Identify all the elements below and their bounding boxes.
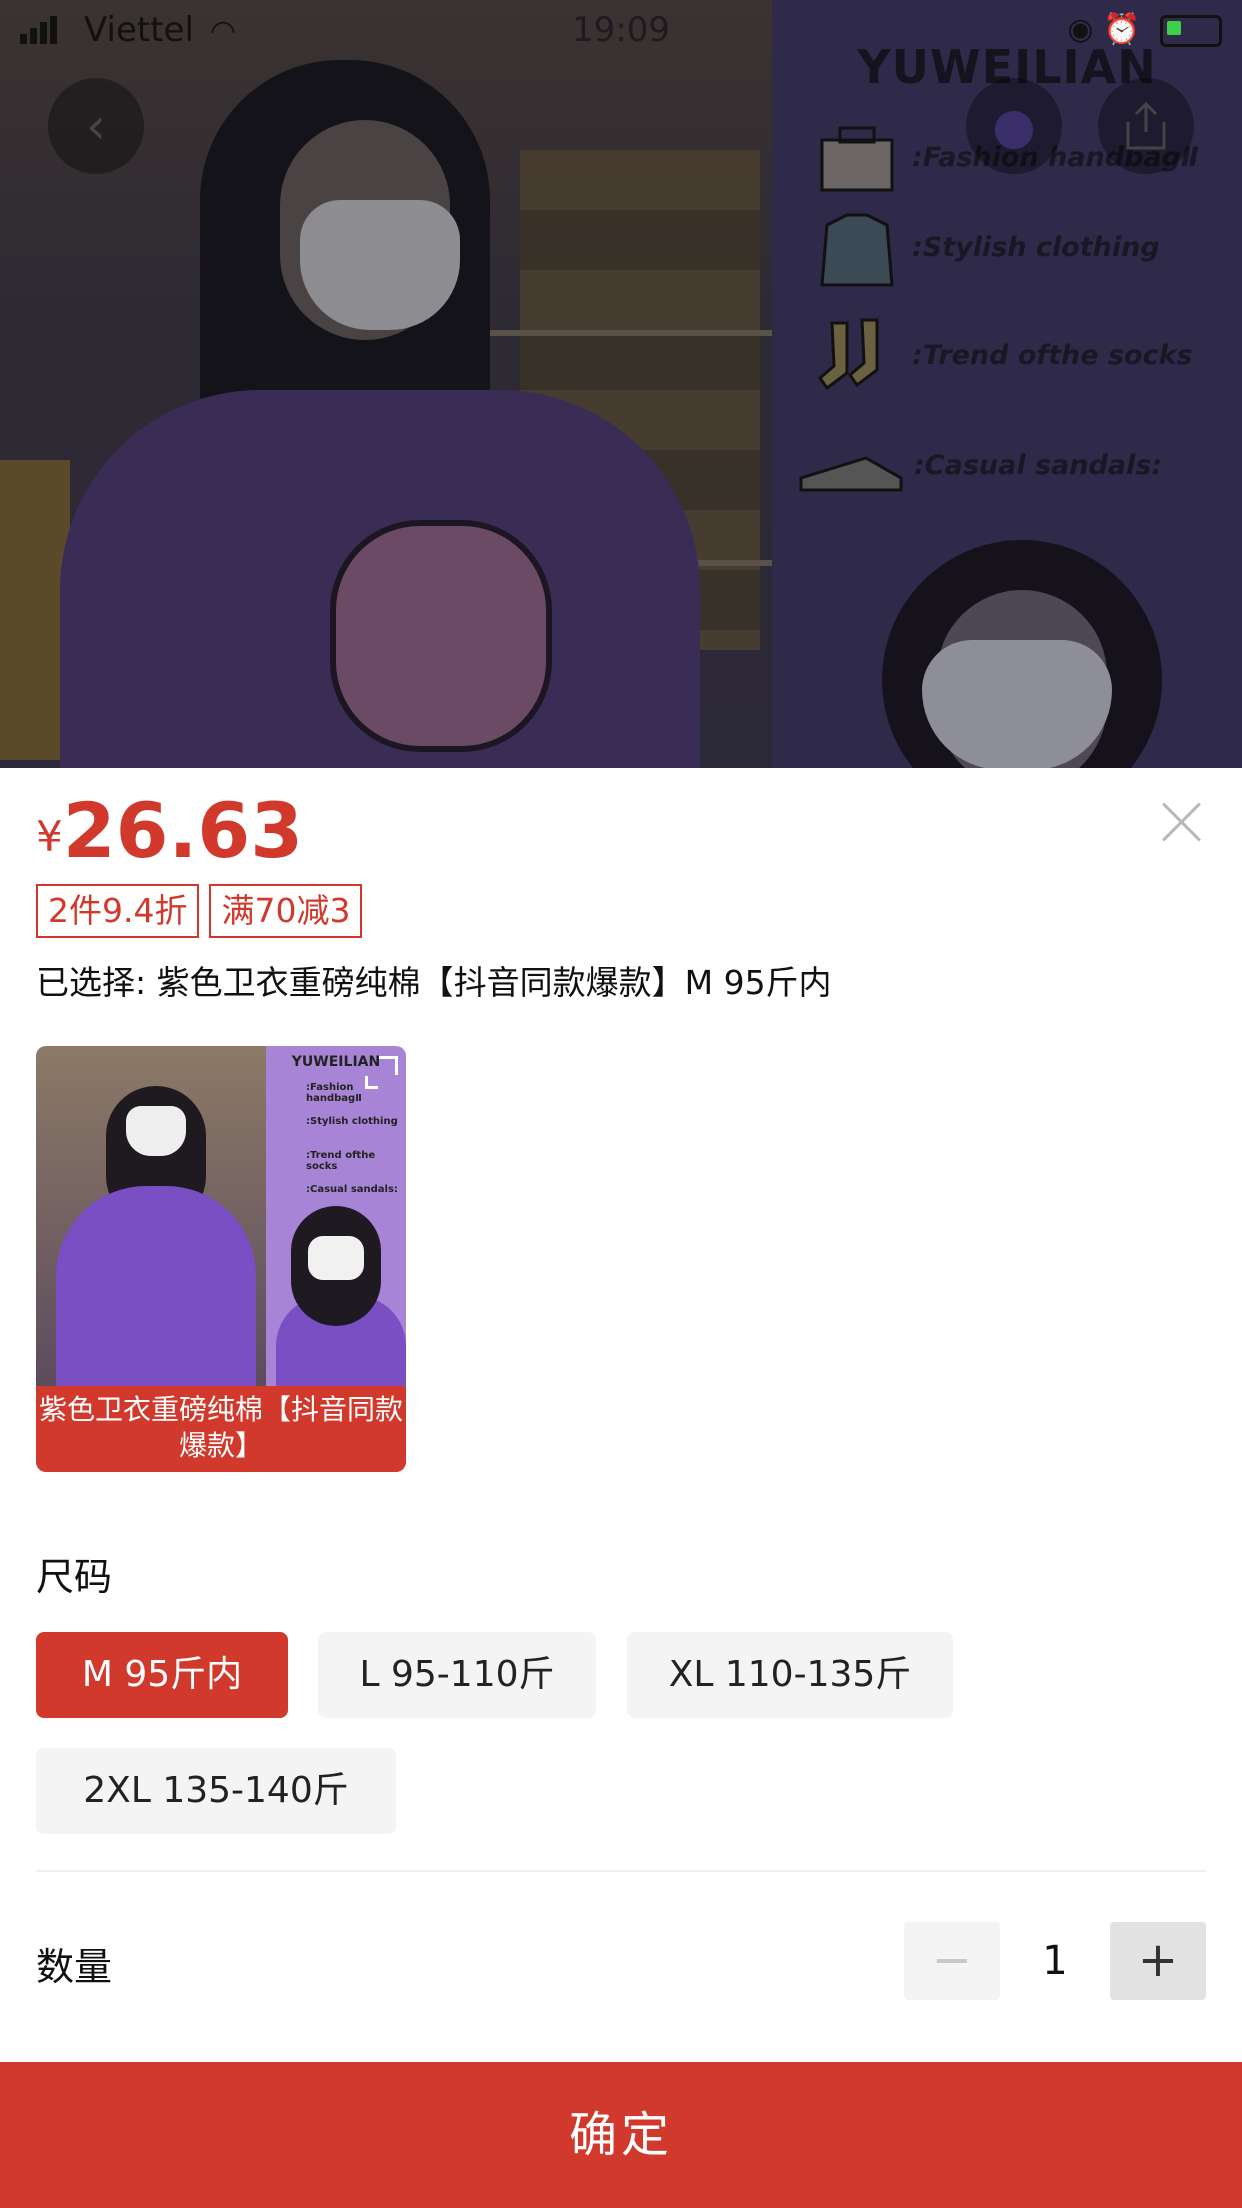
heart-icon: ● [992,97,1036,155]
price-value: 26.63 [62,786,304,875]
quantity-label: 数量 [36,1945,113,1989]
selected-summary: 已选择: 紫色卫衣重磅纯棉【抖音同款爆款】M 95斤内 [36,963,832,1002]
variant-caption: 紫色卫衣重磅纯棉【抖音同款爆款】 [36,1386,406,1472]
currency-symbol: ¥ [36,812,63,861]
size-option-m[interactable]: M 95斤内 [36,1632,288,1718]
battery-icon [1160,14,1222,47]
jacket-icon [820,213,894,287]
sandal-icon [799,456,903,492]
feature-sandals: :Casual sandals: [796,428,1216,508]
size-option-l[interactable]: L 95-110斤 [318,1632,596,1718]
decrement-button[interactable]: − [904,1922,1000,2000]
size-option-xl[interactable]: XL 110-135斤 [627,1632,953,1718]
chevron-left-icon: ‹ [86,97,106,155]
quantity-value[interactable]: 1 [1000,1922,1110,2000]
price: ¥26.63 [36,786,303,875]
size-label: 尺码 [36,1555,113,1599]
sku-selector-sheet: ¥26.63 2件9.4折 满70减3 已选择: 紫色卫衣重磅纯棉【抖音同款爆款】… [0,768,1242,2208]
promo-tag: 2件9.4折 [36,884,200,938]
quantity-stepper: − 1 + [904,1922,1206,2000]
alarm-icon: ⏰ [1103,12,1141,47]
size-option-2xl[interactable]: 2XL 135-140斤 [36,1748,396,1834]
handbag-icon [820,126,894,192]
share-button[interactable] [1098,78,1194,174]
confirm-button[interactable]: 确定 [0,2062,1242,2208]
rotation-lock-icon: ◉ [1067,12,1094,47]
status-bar: Viettel ◠ 19:09 ◉ ⏰ [0,0,1242,64]
back-button[interactable]: ‹ [48,78,144,174]
favorite-button[interactable]: ● [966,78,1062,174]
increment-button[interactable]: + [1110,1922,1206,2000]
socks-icon [817,318,879,391]
product-background: YUWEILIAN :Fashion handbagⅡ :Stylish clo… [0,0,1242,770]
promo-tag: 满70减3 [209,884,363,938]
divider [36,1870,1206,1872]
promo-tags: 2件9.4折 满70减3 [36,884,372,938]
variant-thumbnail[interactable]: YUWEILIAN :Fashion handbagⅡ :Stylish clo… [36,1046,406,1472]
feature-socks: :Trend ofthe socks [812,318,1232,398]
feature-clothing: :Stylish clothing [812,210,1232,290]
hoodie-monster-print [330,520,552,752]
share-icon [1126,101,1166,150]
expand-icon[interactable] [379,1056,398,1075]
clock: 19:09 [572,10,670,50]
close-icon[interactable] [1156,796,1208,848]
